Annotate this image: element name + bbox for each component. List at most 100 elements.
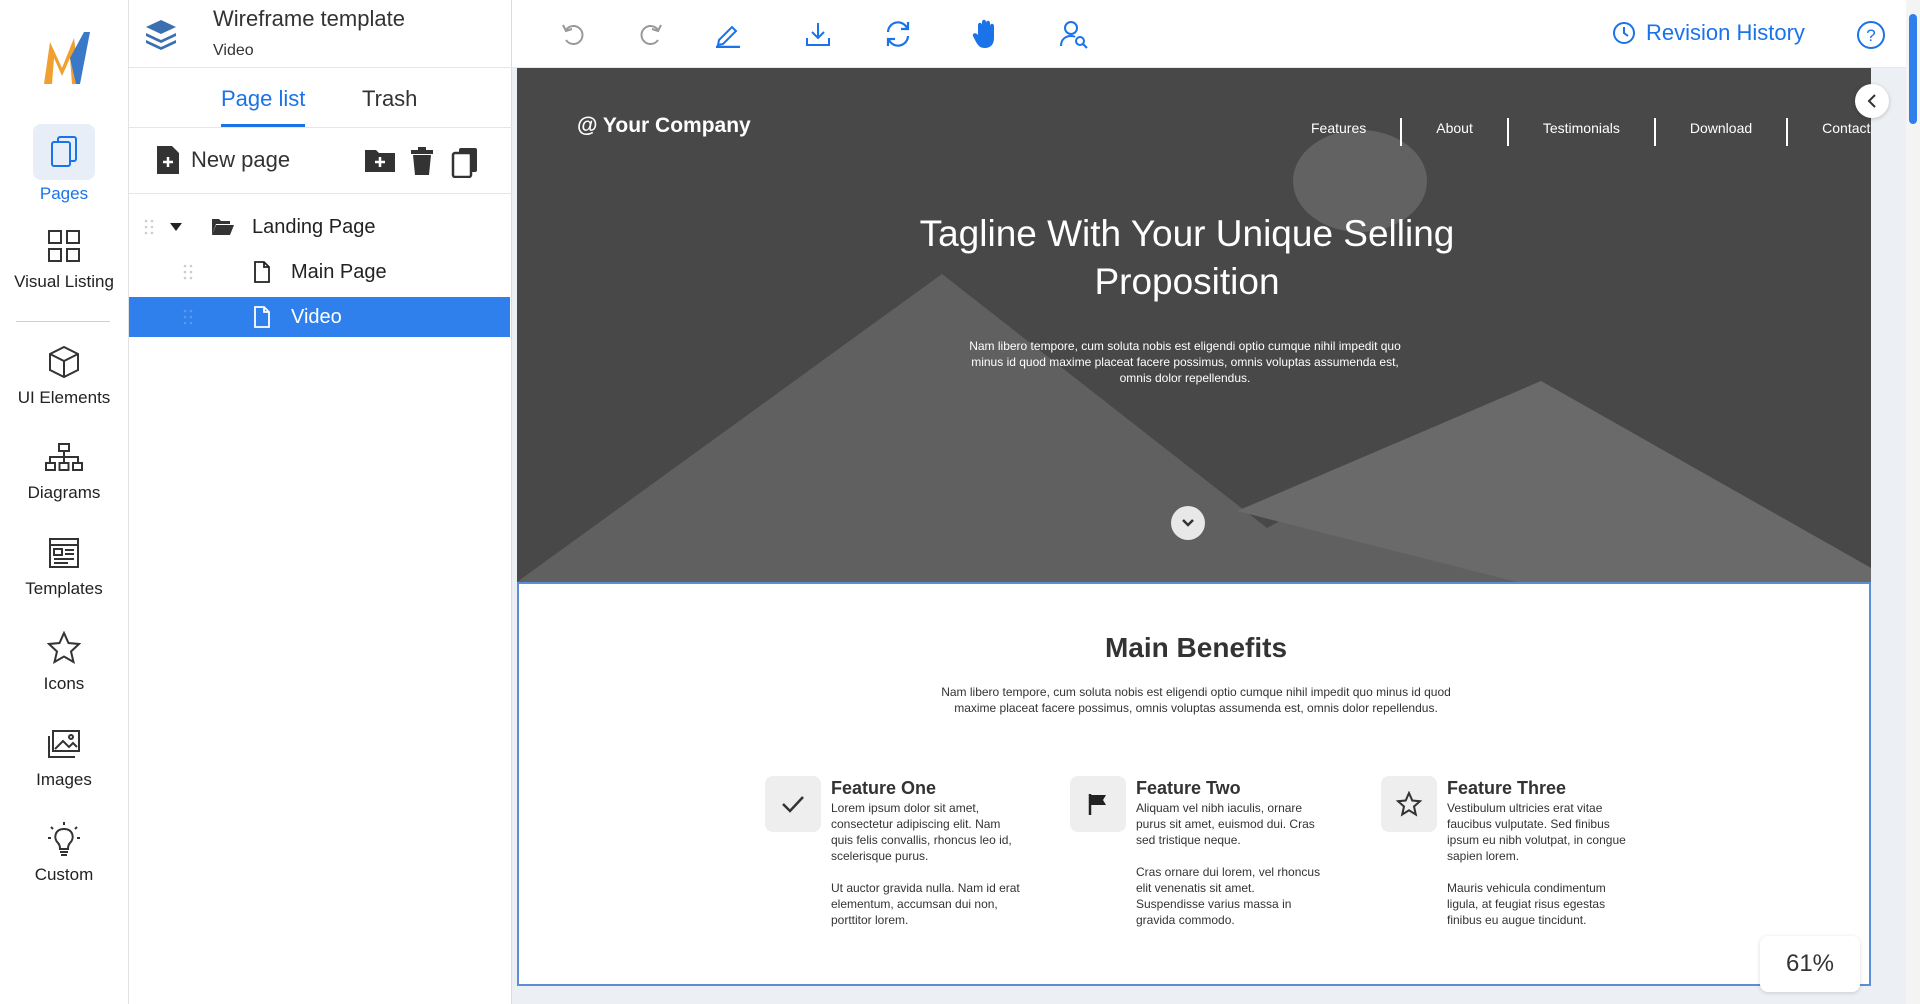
hero-description: Nam libero tempore, cum soluta nobis est… — [969, 339, 1401, 385]
nav-testimonials[interactable]: Testimonials — [1506, 118, 1654, 146]
rail-label: Visual Listing — [14, 272, 114, 291]
sync-icon — [886, 21, 910, 47]
delete-icon[interactable] — [409, 146, 435, 176]
download-icon — [806, 23, 830, 46]
collapse-panel-button[interactable] — [1855, 84, 1889, 118]
undo-icon — [562, 24, 584, 45]
drag-handle-icon[interactable] — [183, 264, 193, 280]
zoom-level[interactable]: 61% — [1760, 936, 1860, 992]
brand-logo[interactable]: @ Your Company — [577, 114, 751, 138]
template-icon — [44, 533, 84, 573]
hand-icon — [972, 19, 994, 48]
pan-tool-button[interactable] — [970, 18, 1002, 50]
hero-section[interactable]: @ Your Company Features About Testimonia… — [517, 68, 1871, 582]
tree-item-landing-page[interactable]: Landing Page — [129, 207, 510, 247]
tab-page-list[interactable]: Page list — [221, 86, 306, 127]
rail-templates[interactable]: Templates — [0, 533, 128, 599]
feature-title: Feature Two — [1136, 778, 1241, 798]
left-rail: Pages Visual Listing UI Elements Diagram… — [0, 0, 129, 1004]
rail-label: Diagrams — [27, 483, 101, 502]
lightbulb-icon — [44, 819, 84, 859]
new-page-label: New page — [191, 147, 291, 172]
benefits-section[interactable]: Main Benefits Nam libero tempore, cum so… — [517, 582, 1871, 986]
download-button[interactable] — [802, 18, 834, 50]
rail-label: Pages — [39, 184, 89, 203]
pencil-icon — [716, 25, 740, 48]
rail-pages[interactable]: Pages — [0, 124, 128, 204]
folder-open-icon — [212, 219, 234, 235]
rail-visual-listing[interactable]: Visual Listing — [0, 226, 128, 292]
clock-icon — [1613, 22, 1635, 44]
nav-about[interactable]: About — [1400, 118, 1507, 146]
app-logo[interactable] — [40, 28, 94, 88]
chevron-down-icon — [1182, 519, 1194, 527]
edit-button[interactable] — [712, 18, 744, 50]
feature-paragraph: Cras ornare dui lorem, vel rhoncus elit … — [1136, 865, 1321, 927]
benefits-description: Nam libero tempore, cum soluta nobis est… — [941, 685, 1451, 715]
feature-paragraph: Lorem ipsum dolor sit amet, consectetur … — [831, 801, 1012, 863]
check-icon — [765, 776, 821, 832]
tree-item-label: Landing Page — [252, 216, 376, 238]
tree-item-main-page[interactable]: Main Page — [129, 252, 510, 292]
redo-icon — [640, 24, 662, 45]
svg-text:?: ? — [1866, 26, 1875, 45]
vertical-scrollbar[interactable] — [1906, 0, 1920, 1004]
rail-diagrams[interactable]: Diagrams — [0, 437, 128, 503]
star-outline-icon — [1381, 776, 1437, 832]
rail-label: Custom — [34, 865, 94, 884]
rail-divider — [16, 321, 110, 322]
rail-label: UI Elements — [17, 388, 111, 407]
feature-text: Aliquam vel nibh iaculis, ornare purus s… — [1136, 800, 1326, 928]
nav-download[interactable]: Download — [1653, 118, 1786, 146]
rail-images[interactable]: Images — [0, 724, 128, 790]
images-icon — [44, 724, 84, 764]
feature-paragraph: Aliquam vel nibh iaculis, ornare purus s… — [1136, 801, 1315, 847]
panel-tabs: Page list Trash — [129, 68, 512, 128]
drag-handle-icon[interactable] — [144, 219, 154, 235]
caret-down-icon[interactable] — [169, 222, 183, 232]
sync-button[interactable] — [882, 18, 914, 50]
new-folder-icon[interactable] — [364, 146, 396, 174]
page-icon — [254, 306, 270, 328]
redo-button[interactable] — [634, 18, 666, 50]
user-search-icon — [1060, 21, 1088, 49]
layers-icon — [146, 20, 176, 50]
scrollbar-thumb[interactable] — [1909, 14, 1917, 124]
duplicate-icon[interactable] — [451, 146, 479, 178]
feature-text: Vestibulum ultricies erat vitae faucibus… — [1447, 800, 1637, 928]
feature-paragraph: Mauris vehicula condimentum ligula, at f… — [1447, 881, 1606, 927]
rail-icons[interactable]: Icons — [0, 628, 128, 694]
scroll-down-button[interactable] — [1171, 506, 1205, 540]
nav-features[interactable]: Features — [1277, 118, 1400, 146]
feature-paragraph: Vestibulum ultricies erat vitae faucibus… — [1447, 801, 1626, 863]
drag-handle-icon[interactable] — [183, 309, 193, 325]
sitemap-icon — [44, 437, 84, 477]
feature-title: Feature One — [831, 778, 937, 798]
hero-tagline: Tagline With Your Unique Selling Proposi… — [919, 213, 1455, 302]
rail-label: Icons — [43, 674, 85, 693]
star-icon — [44, 628, 84, 668]
pages-icon — [33, 124, 95, 180]
tab-trash[interactable]: Trash — [362, 86, 417, 124]
site-nav: Features About Testimonials Download Con… — [1277, 118, 1871, 146]
revision-history-button[interactable]: Revision History — [1612, 20, 1805, 46]
feature-paragraph: Ut auctor gravida nulla. Nam id erat ele… — [831, 881, 1020, 927]
page-panel: Wireframe template Video Page list Trash… — [129, 0, 512, 1004]
feature-title: Feature Three — [1447, 778, 1567, 798]
tree-item-video[interactable]: Video — [129, 297, 510, 337]
new-page-button[interactable]: New page — [155, 144, 290, 176]
page-actions: New page — [129, 128, 512, 194]
rail-ui-elements[interactable]: UI Elements — [0, 342, 128, 408]
nav-contact[interactable]: Contact — [1786, 118, 1871, 146]
page-icon — [254, 261, 270, 283]
toolbar: Revision History ? — [512, 0, 1920, 68]
rail-label: Templates — [25, 579, 103, 598]
rail-custom[interactable]: Custom — [0, 819, 128, 885]
grid-icon — [44, 226, 84, 266]
undo-button[interactable] — [558, 18, 590, 50]
panel-header: Wireframe template Video — [129, 0, 512, 68]
help-icon[interactable]: ? — [1856, 20, 1886, 50]
tree-item-label: Video — [291, 306, 342, 328]
collaborators-button[interactable] — [1058, 18, 1090, 50]
rail-label: Images — [36, 770, 92, 789]
